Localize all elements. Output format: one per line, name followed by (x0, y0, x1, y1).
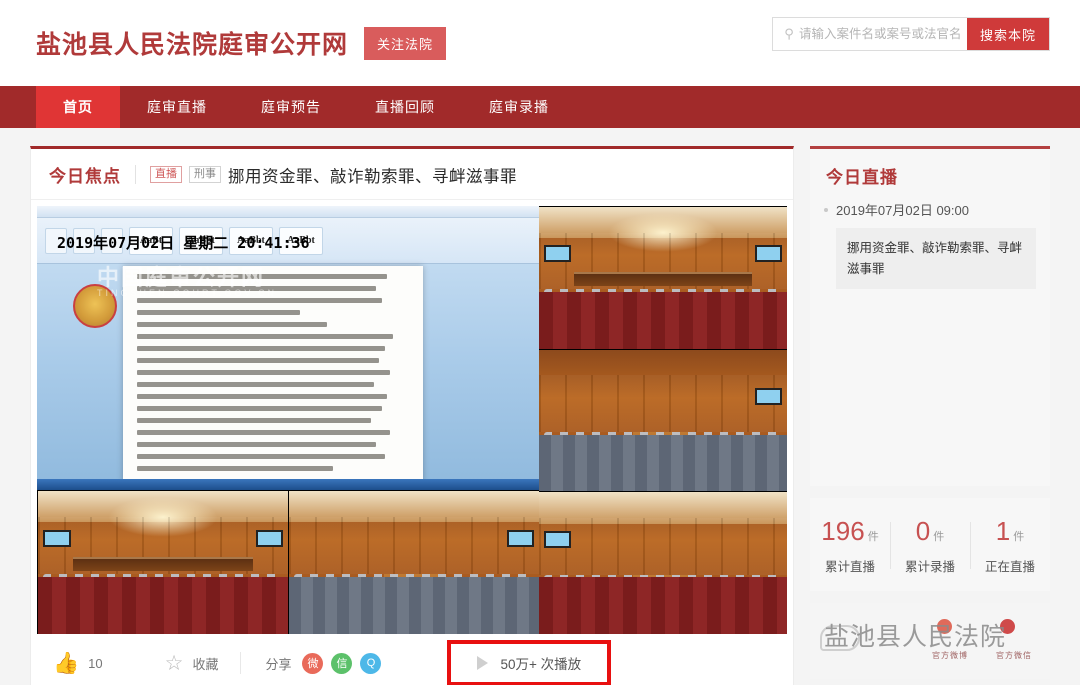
stat-total-recorded: 0件 累计录播 (890, 516, 970, 575)
list-item[interactable]: 2019年07月02日 09:00 挪用资金罪、敲诈勒索罪、寻衅滋事罪 (824, 200, 1036, 290)
official-wechat-label: 官方微信 (996, 651, 1032, 660)
tag-case-type: 刑事 (189, 166, 221, 183)
stat-total-recorded-unit: 件 (933, 531, 945, 543)
today-focus-header: 今日焦点 直播 刑事 挪用资金罪、敲诈勒索罪、寻衅滋事罪 (31, 149, 793, 200)
play-count-box: 50万+ 次播放 (447, 640, 612, 685)
search-button[interactable]: 搜索本院 (966, 18, 1049, 50)
stat-now-live-unit: 件 (1013, 531, 1025, 543)
nav-item-preview[interactable]: 庭审预告 (234, 86, 348, 128)
play-triangle-icon (477, 656, 489, 670)
video-action-bar: 👍 10 ☆ 收藏 分享 微 信 Q 50万+ 次播放 (31, 634, 793, 685)
shared-desktop-taskbar (37, 479, 539, 490)
nav-item-recorded[interactable]: 庭审录播 (462, 86, 576, 128)
stat-total-recorded-value: 0 (915, 516, 931, 546)
nav-item-home[interactable]: 首页 (36, 86, 120, 128)
courtroom-feed-defendant (288, 491, 539, 634)
search-bar[interactable]: ⚲ 搜索本院 (771, 17, 1050, 51)
search-input[interactable] (798, 18, 967, 50)
court-social-card: 盐池县人民法院 官方微博 官方微信 (810, 603, 1050, 679)
courtroom-feed-wide (37, 491, 288, 634)
sidebar: 今日直播 2019年07月02日 09:00 挪用资金罪、敲诈勒索罪、寻衅滋事罪… (810, 146, 1050, 685)
stat-total-live-value: 196 (821, 516, 865, 546)
live-item-title[interactable]: 挪用资金罪、敲诈勒索罪、寻衅滋事罪 (836, 228, 1036, 290)
statistics-card: 196 件 累计直播 0件 累计录播 1件 正在直播 (810, 498, 1050, 591)
stat-total-recorded-label: 累计录播 (904, 560, 955, 574)
favorite-button[interactable]: ☆ 收藏 (165, 653, 219, 674)
video-left-column: AaBt AaBbt AaBbt AaBbt 2019年07月02日 星期二 2… (37, 206, 539, 634)
like-button[interactable]: 👍 10 (53, 653, 103, 674)
today-focus-card: 今日焦点 直播 刑事 挪用资金罪、敲诈勒索罪、寻衅滋事罪 AaBt AaBbt … (30, 146, 794, 685)
official-weibo-label: 官方微博 (932, 651, 968, 660)
share-label: 分享 (265, 656, 292, 672)
stat-now-live: 1件 正在直播 (970, 516, 1050, 575)
stat-total-live-unit: 件 (867, 531, 879, 543)
video-bottom-row (37, 490, 539, 634)
favorite-label: 收藏 (192, 656, 219, 672)
courtroom-feed-bench (539, 348, 787, 492)
header-divider (135, 165, 136, 184)
video-watermark-url: TINGSHEN.COURT.GOV.CN (97, 288, 278, 298)
play-count-label: 50万+ 次播放 (500, 657, 582, 672)
main-column: 今日焦点 直播 刑事 挪用资金罪、敲诈勒索罪、寻衅滋事罪 AaBt AaBbt … (30, 146, 794, 685)
tag-live: 直播 (150, 166, 182, 183)
action-divider (240, 652, 242, 674)
today-live-card: 今日直播 2019年07月02日 09:00 挪用资金罪、敲诈勒索罪、寻衅滋事罪 (810, 146, 1050, 486)
screen-share-feed: AaBt AaBbt AaBbt AaBbt 2019年07月02日 星期二 2… (37, 206, 539, 490)
shared-window-titlebar (37, 206, 539, 218)
qq-share-icon[interactable]: Q (360, 652, 382, 674)
primary-nav: 首页 庭审直播 庭审预告 直播回顾 庭审录播 (0, 86, 1080, 128)
video-player[interactable]: AaBt AaBbt AaBbt AaBbt 2019年07月02日 星期二 2… (37, 206, 787, 634)
live-item-date: 2019年07月02日 09:00 (836, 203, 969, 218)
site-header: 盐池县人民法院庭审公开网 关注法院 ⚲ 搜索本院 (0, 0, 1080, 86)
courtroom-feed-audience (539, 491, 787, 634)
search-icon: ⚲ (784, 26, 794, 41)
shared-document-page (123, 266, 423, 482)
weibo-share-icon[interactable]: 微 (302, 652, 324, 674)
nav-item-live[interactable]: 庭审直播 (120, 86, 234, 128)
stat-now-live-label: 正在直播 (984, 560, 1035, 574)
site-title: 盐池县人民法院庭审公开网 (36, 31, 349, 59)
thumbs-up-icon: 👍 (53, 651, 80, 675)
stat-total-live-label: 累计直播 (824, 560, 875, 574)
page-body: 今日焦点 直播 刑事 挪用资金罪、敲诈勒索罪、寻衅滋事罪 AaBt AaBbt … (0, 128, 1080, 685)
stat-total-live: 196 件 累计直播 (810, 516, 890, 575)
today-live-title: 今日直播 (826, 168, 898, 187)
like-count: 10 (88, 655, 103, 671)
timeline-dot-icon (824, 208, 828, 212)
stat-now-live-value: 1 (995, 516, 1011, 546)
nav-item-replay[interactable]: 直播回顾 (348, 86, 462, 128)
today-focus-label: 今日焦点 (49, 167, 121, 186)
wechat-share-icon[interactable]: 信 (331, 652, 353, 674)
today-live-list: 2019年07月02日 09:00 挪用资金罪、敲诈勒索罪、寻衅滋事罪 (810, 200, 1050, 486)
star-icon: ☆ (164, 651, 184, 675)
video-timestamp-overlay: 2019年07月02日 星期二 20:41:36 (57, 234, 310, 252)
focus-case-title[interactable]: 挪用资金罪、敲诈勒索罪、寻衅滋事罪 (228, 163, 517, 187)
follow-court-button[interactable]: 关注法院 (364, 26, 447, 60)
courtroom-feed-gallery (539, 206, 787, 349)
video-right-column (539, 206, 787, 634)
court-name-watermark: 盐池县人民法院 (824, 624, 1007, 651)
